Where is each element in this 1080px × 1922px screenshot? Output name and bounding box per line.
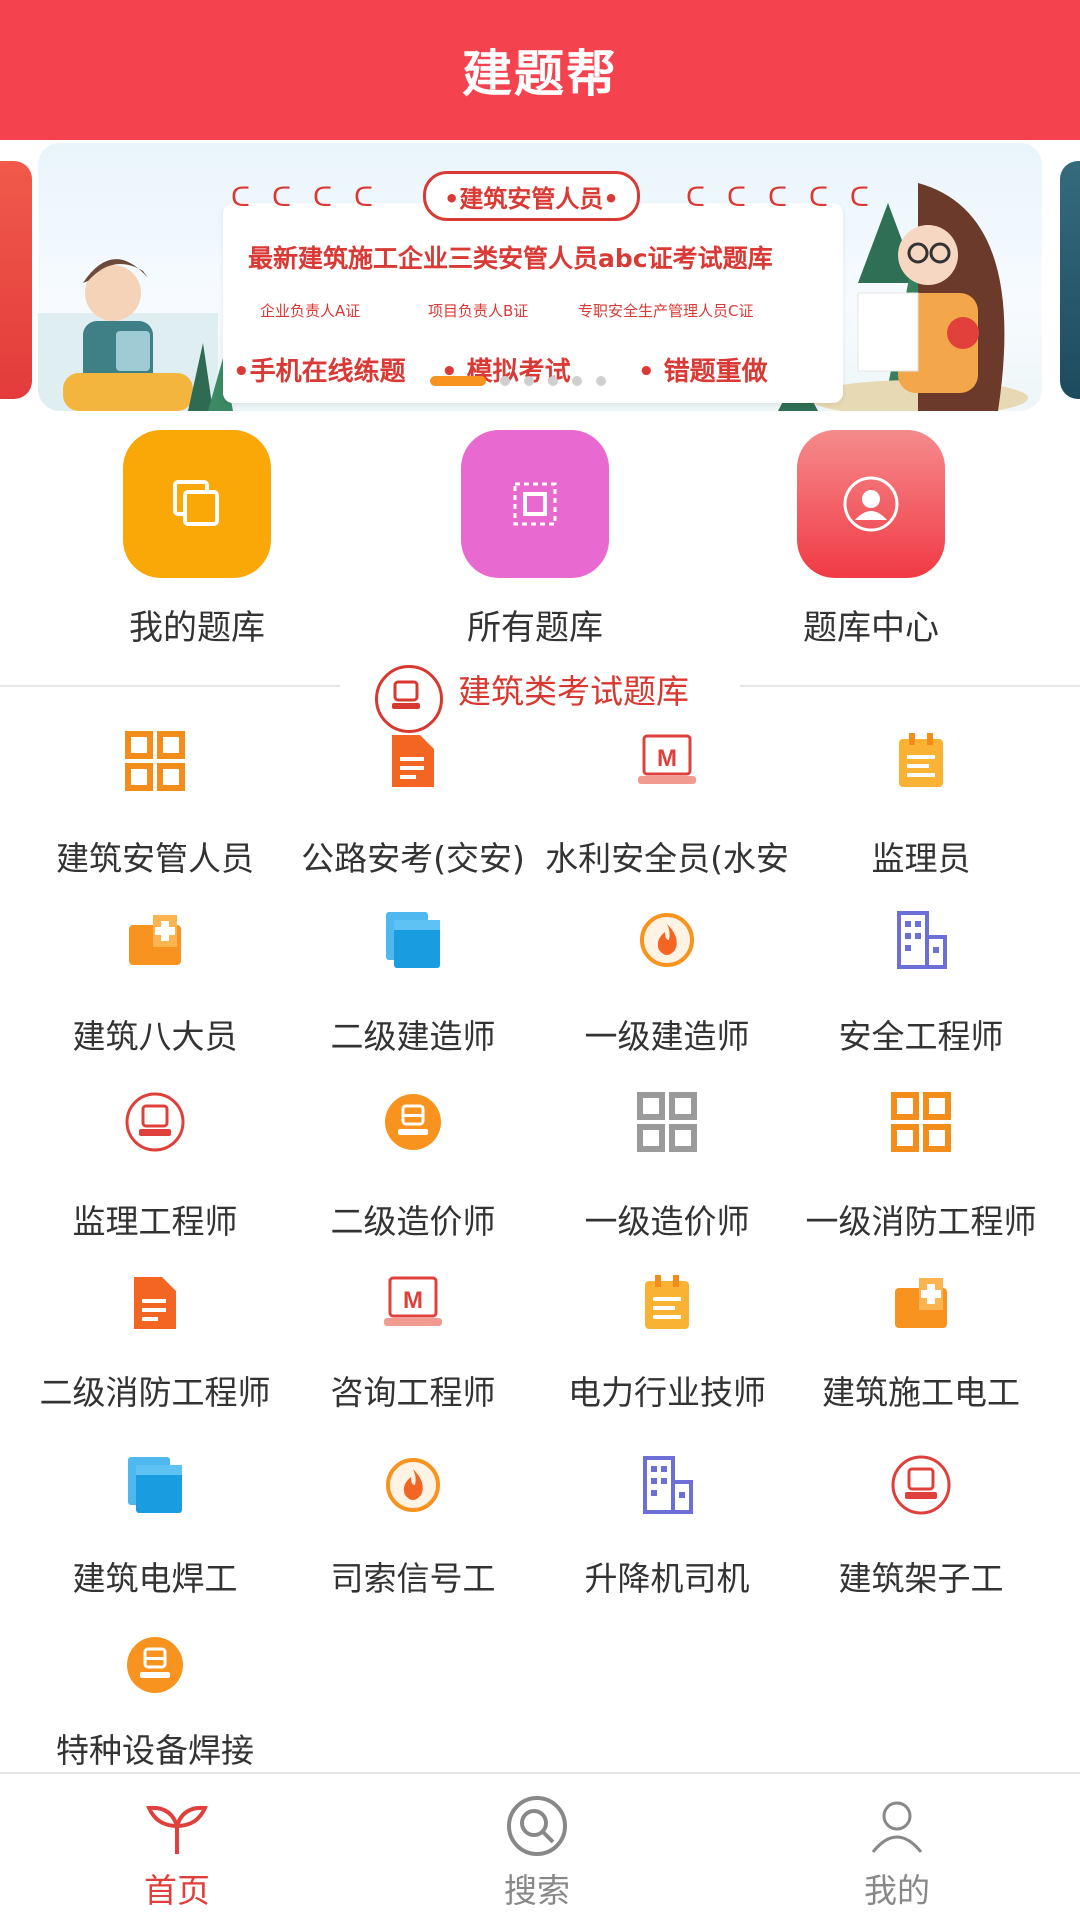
quick-my-bank-label: 我的题库 xyxy=(129,608,265,648)
banner-prev-slide[interactable] xyxy=(0,161,32,399)
carousel-indicator xyxy=(430,376,606,386)
files-icon xyxy=(378,905,448,975)
grid-icon xyxy=(886,1087,956,1157)
sprout-icon xyxy=(146,1805,208,1854)
exam-item[interactable]: M 水利安全员(水安 xyxy=(532,726,802,878)
banner-carousel[interactable]: ᑕᑕᑕᑕ ᑕᑕᑕᑕᑕ •建筑安管人员• 最新建筑施工企业三类安管人员abc证考试… xyxy=(0,143,1080,413)
tab-mine-label: 我的 xyxy=(864,1871,930,1910)
user-circle-icon xyxy=(797,430,945,578)
exam-item[interactable]: 监理工程师 xyxy=(20,1087,290,1241)
exam-item[interactable]: 安全工程师 xyxy=(786,905,1056,1056)
exam-item[interactable]: 一级造价师 xyxy=(532,1087,802,1241)
quick-bank-center[interactable]: 题库中心 xyxy=(796,430,946,649)
banner-sub-c: 专职安全生产管理人员C证 xyxy=(578,302,754,320)
svg-text:M: M xyxy=(403,1287,423,1314)
carousel-dot xyxy=(524,376,534,386)
quick-bank-center-label: 题库中心 xyxy=(803,608,939,648)
certificate-icon: M xyxy=(378,1268,448,1338)
exam-item-label: 一级消防工程师 xyxy=(805,1202,1037,1241)
section-title: 建筑类考试题库 xyxy=(458,672,689,711)
exam-item[interactable]: 一级消防工程师 xyxy=(786,1087,1056,1241)
banner-feature-1: •手机在线练题 xyxy=(233,357,406,387)
bottom-tab-bar: 首页 搜索 我的 xyxy=(0,1772,1080,1922)
certificate-icon: M xyxy=(632,726,702,796)
building-icon xyxy=(886,905,956,975)
quick-all-banks-label: 所有题库 xyxy=(467,608,603,648)
coin-icon xyxy=(120,1630,190,1700)
exam-item-label: 建筑施工电工 xyxy=(822,1373,1020,1412)
exam-item[interactable]: 特种设备焊接 xyxy=(20,1630,290,1770)
exam-item[interactable]: 监理员 xyxy=(786,726,1056,878)
exam-item[interactable]: 建筑安管人员 xyxy=(20,726,290,878)
exam-item[interactable]: 电力行业技师 xyxy=(532,1268,802,1412)
banner-next-slide[interactable] xyxy=(1060,161,1080,399)
clipboard-icon xyxy=(632,1268,702,1338)
section-divider-right xyxy=(740,685,1080,687)
search-icon xyxy=(507,1796,567,1856)
carousel-dot xyxy=(572,376,582,386)
tab-home[interactable]: 首页 xyxy=(77,1774,277,1912)
exam-item[interactable]: 公路安考(交安) xyxy=(278,726,548,878)
exam-item[interactable]: 建筑电焊工 xyxy=(20,1450,290,1598)
exam-item-label: 安全工程师 xyxy=(838,1017,1004,1056)
banner-sub-b: 项目负责人B证 xyxy=(428,302,529,320)
banner-ribbon: •建筑安管人员• xyxy=(423,171,640,221)
exam-item[interactable]: 司索信号工 xyxy=(278,1450,548,1598)
app-header: 建题帮 xyxy=(0,0,1080,140)
exam-item[interactable]: 二级造价师 xyxy=(278,1087,548,1241)
section-divider-left xyxy=(0,685,340,687)
medical-kit-icon xyxy=(886,1268,956,1338)
banner-rings: ᑕᑕᑕᑕ xyxy=(231,183,395,213)
banner-rings: ᑕᑕᑕᑕᑕ xyxy=(686,183,891,213)
tab-home-label: 首页 xyxy=(144,1871,210,1910)
frame-icon xyxy=(461,430,609,578)
carousel-dot-active xyxy=(430,376,486,386)
svg-text:M: M xyxy=(657,745,677,772)
document-icon xyxy=(378,726,448,796)
quick-all-banks[interactable]: 所有题库 xyxy=(460,430,610,649)
badge-icon xyxy=(886,1450,956,1520)
carousel-dot xyxy=(500,376,510,386)
exam-item[interactable]: 二级建造师 xyxy=(278,905,548,1056)
tab-search-label: 搜索 xyxy=(504,1871,570,1910)
grid-icon xyxy=(120,726,190,796)
copy-icon xyxy=(123,430,271,578)
carousel-dot xyxy=(548,376,558,386)
medical-kit-icon xyxy=(120,905,190,975)
banner-title: 最新建筑施工企业三类安管人员abc证考试题库 xyxy=(248,244,773,273)
tab-search[interactable]: 搜索 xyxy=(437,1774,637,1912)
exam-item-label: 特种设备焊接 xyxy=(56,1731,254,1770)
grid-icon xyxy=(632,1087,702,1157)
banner-feature-3: • 错题重做 xyxy=(638,357,768,387)
section-badge-icon xyxy=(375,665,443,733)
exam-item[interactable]: M 咨询工程师 xyxy=(278,1268,548,1412)
exam-item[interactable]: 一级建造师 xyxy=(532,905,802,1056)
fire-icon xyxy=(632,905,702,975)
building-icon xyxy=(632,1450,702,1520)
quick-my-bank[interactable]: 我的题库 xyxy=(122,430,272,649)
exam-item[interactable]: 建筑八大员 xyxy=(20,905,290,1056)
tab-mine[interactable]: 我的 xyxy=(797,1774,997,1912)
document-icon xyxy=(120,1268,190,1338)
carousel-dot xyxy=(596,376,606,386)
coin-icon xyxy=(378,1087,448,1157)
files-icon xyxy=(120,1450,190,1520)
exam-item-label: 建筑架子工 xyxy=(838,1559,1004,1598)
exam-item[interactable]: 二级消防工程师 xyxy=(20,1268,290,1412)
banner-sub-a: 企业负责人A证 xyxy=(260,302,361,320)
badge-icon xyxy=(120,1087,190,1157)
exam-item-label: 监理员 xyxy=(871,839,971,878)
page-title: 建题帮 xyxy=(462,45,618,103)
person-icon xyxy=(871,1801,923,1853)
fire-icon xyxy=(378,1450,448,1520)
banner-slide[interactable]: ᑕᑕᑕᑕ ᑕᑕᑕᑕᑕ •建筑安管人员• 最新建筑施工企业三类安管人员abc证考试… xyxy=(38,143,1042,411)
exam-item[interactable]: 建筑施工电工 xyxy=(786,1268,1056,1412)
clipboard-icon xyxy=(886,726,956,796)
exam-item[interactable]: 升降机司机 xyxy=(532,1450,802,1598)
exam-item[interactable]: 建筑架子工 xyxy=(786,1450,1056,1598)
